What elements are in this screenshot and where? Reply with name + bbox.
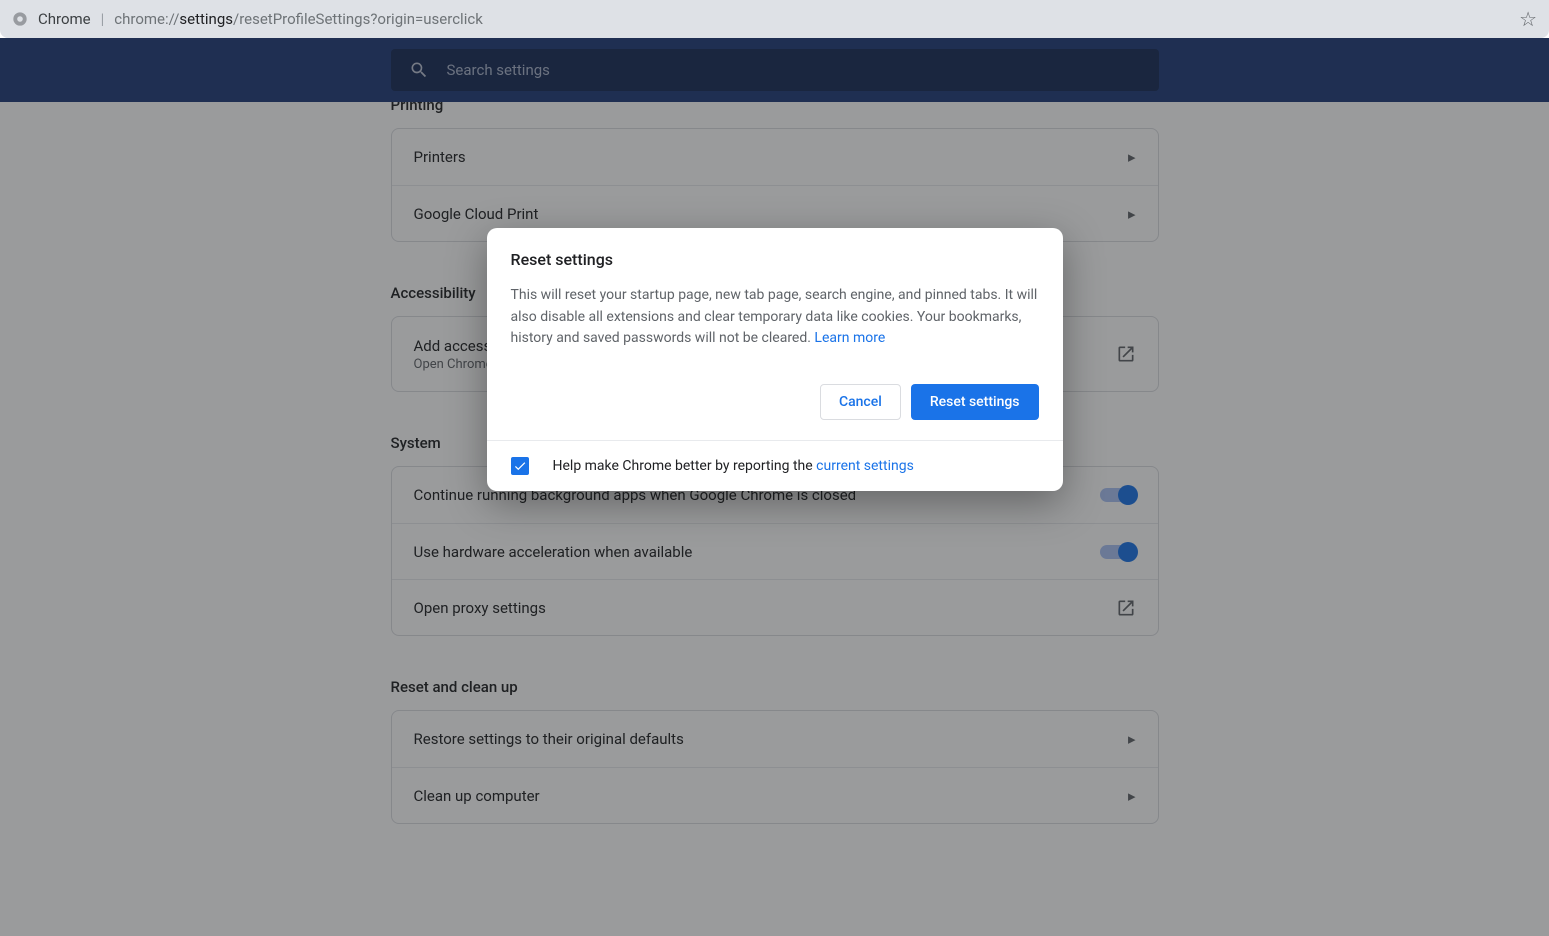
row-restore-defaults[interactable]: Restore settings to their original defau… — [392, 711, 1158, 767]
chevron-right-icon: ▸ — [1128, 787, 1136, 805]
check-icon — [513, 459, 527, 473]
open-external-icon — [1116, 598, 1136, 618]
chevron-right-icon: ▸ — [1128, 148, 1136, 166]
row-clean-up[interactable]: Clean up computer ▸ — [392, 767, 1158, 823]
row-label: Restore settings to their original defau… — [414, 730, 684, 748]
title-separator: | — [101, 10, 105, 28]
dialog-title: Reset settings — [511, 250, 1039, 269]
omnibox-url[interactable]: chrome://settings/resetProfileSettings?o… — [114, 10, 483, 28]
settings-topbar: Search settings — [0, 38, 1549, 102]
card-reset: Restore settings to their original defau… — [391, 710, 1159, 824]
dialog-body: This will reset your startup page, new t… — [511, 285, 1039, 350]
search-settings-box[interactable]: Search settings — [391, 49, 1159, 91]
browser-title: Chrome — [38, 10, 91, 28]
chevron-right-icon: ▸ — [1128, 730, 1136, 748]
learn-more-link[interactable]: Learn more — [814, 330, 885, 346]
bookmark-star-icon[interactable]: ☆ — [1519, 7, 1537, 31]
card-system: Continue running background apps when Go… — [391, 466, 1159, 636]
row-open-proxy[interactable]: Open proxy settings — [392, 579, 1158, 635]
section-title-printing: Printing — [391, 102, 1159, 114]
row-label: Printers — [414, 148, 466, 166]
section-title-reset: Reset and clean up — [391, 678, 1159, 696]
card-printing: Printers ▸ Google Cloud Print ▸ — [391, 128, 1159, 242]
row-label: Google Cloud Print — [414, 205, 539, 223]
row-label: Use hardware acceleration when available — [414, 543, 693, 561]
row-hardware-accel: Use hardware acceleration when available — [392, 523, 1158, 579]
toggle-hardware-accel[interactable] — [1100, 545, 1136, 559]
current-settings-link[interactable]: current settings — [816, 458, 914, 474]
search-placeholder: Search settings — [447, 61, 550, 79]
row-label: Open proxy settings — [414, 599, 546, 617]
report-settings-checkbox[interactable] — [511, 457, 529, 475]
row-printers[interactable]: Printers ▸ — [392, 129, 1158, 185]
toggle-continue-running[interactable] — [1100, 488, 1136, 502]
reset-settings-button[interactable]: Reset settings — [911, 384, 1039, 420]
row-label: Clean up computer — [414, 787, 540, 805]
chrome-icon — [12, 11, 28, 27]
open-external-icon — [1116, 344, 1136, 364]
browser-tab-bar: Chrome | chrome://settings/resetProfileS… — [0, 0, 1549, 38]
chevron-right-icon: ▸ — [1128, 205, 1136, 223]
cancel-button[interactable]: Cancel — [820, 384, 901, 420]
report-settings-label: Help make Chrome better by reporting the… — [553, 458, 914, 474]
reset-settings-dialog: Reset settings This will reset your star… — [487, 228, 1063, 491]
search-icon — [409, 60, 429, 80]
